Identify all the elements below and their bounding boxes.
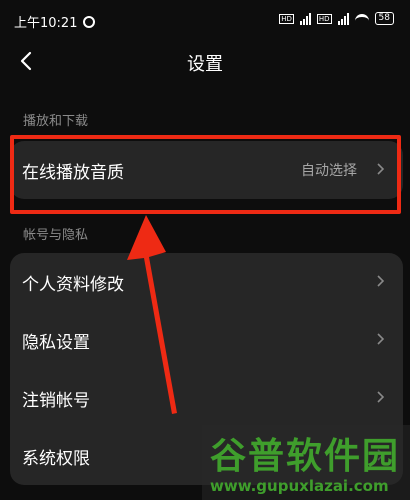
watermark: 谷普软件园 www.gupuxlazai.com xyxy=(202,425,410,500)
watermark-url: www.gupuxlazai.com xyxy=(210,477,389,495)
watermark-brand: 谷普软件园 xyxy=(210,436,401,477)
